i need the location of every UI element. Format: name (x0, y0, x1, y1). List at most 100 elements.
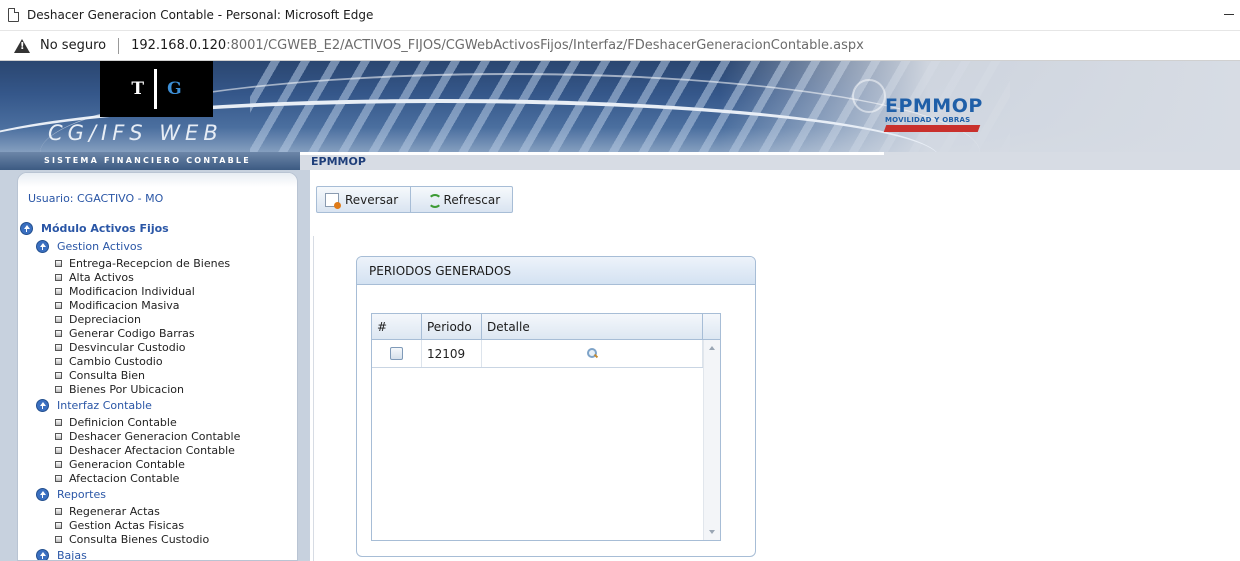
reversar-label[interactable]: Reversar (345, 193, 398, 207)
menu-item[interactable]: Generar Codigo Barras (18, 326, 297, 340)
group-interfaz-contable[interactable]: Interfaz Contable (18, 396, 297, 415)
bullet-icon (55, 301, 62, 309)
refrescar-button[interactable]: Refrescar (411, 187, 512, 212)
header-strip: SISTEMA FINANCIERO CONTABLE EPMMOP (0, 152, 1240, 170)
bullet-icon (55, 315, 62, 323)
menu-item[interactable]: Gestion Actas Fisicas (18, 518, 297, 532)
url-path[interactable]: :8001/CGWEB_E2/ACTIVOS_FIJOS/CGWebActivo… (226, 38, 864, 53)
menu-item-label[interactable]: Consulta Bienes Custodio (69, 533, 209, 546)
grid-scrollbar[interactable] (703, 340, 720, 540)
main-content: Reversar Refrescar PERIODOS GENERADOS # … (310, 170, 1240, 561)
magnify-icon[interactable] (586, 348, 598, 359)
group-label[interactable]: Bajas (57, 549, 87, 560)
detalle-cell[interactable] (482, 340, 703, 367)
menu-item-label[interactable]: Deshacer Generacion Contable (69, 430, 240, 443)
tg-logo-bar (154, 69, 158, 109)
refresh-icon[interactable] (427, 193, 443, 208)
menu-item-label[interactable]: Generacion Contable (69, 458, 185, 471)
org-label: EPMMOP (311, 155, 366, 168)
page-icon (8, 8, 19, 22)
menu-item-label[interactable]: Alta Activos (69, 271, 134, 284)
collapse-icon[interactable] (36, 549, 49, 560)
menu-item[interactable]: Deshacer Afectacion Contable (18, 443, 297, 457)
periodo-cell: 12109 (422, 340, 482, 367)
scroll-up-icon[interactable] (709, 346, 715, 350)
menu-item[interactable]: Consulta Bien (18, 368, 297, 382)
menu-item-label[interactable]: Generar Codigo Barras (69, 327, 195, 340)
group-gestion-activos[interactable]: Gestion Activos (18, 237, 297, 256)
menu-item[interactable]: Regenerar Actas (18, 504, 297, 518)
menu-item[interactable]: Modificacion Individual (18, 284, 297, 298)
menu-item-label[interactable]: Modificacion Individual (69, 285, 195, 298)
row-select-cell[interactable] (372, 340, 422, 367)
menu-item-label[interactable]: Depreciacion (69, 313, 141, 326)
collapse-icon[interactable] (20, 221, 33, 235)
menu-item-label[interactable]: Afectacion Contable (69, 472, 179, 485)
menu-item[interactable]: Generacion Contable (18, 457, 297, 471)
group-reportes[interactable]: Reportes (18, 485, 297, 504)
security-label[interactable]: No seguro (40, 38, 106, 53)
header-banner: T G CG/IFS WEB EPMMOP MOVILIDAD Y OBRAS (0, 61, 1240, 156)
row-checkbox[interactable] (390, 347, 403, 360)
menu-item-label[interactable]: Entrega-Recepcion de Bienes (69, 257, 230, 270)
column-header-periodo: Periodo (422, 314, 482, 339)
bullet-icon (55, 432, 62, 440)
menu-item-label[interactable]: Definicion Contable (69, 416, 177, 429)
collapse-icon[interactable] (36, 488, 49, 501)
menu-item-label[interactable]: Gestion Actas Fisicas (69, 519, 184, 532)
group-bajas[interactable]: Bajas (18, 546, 297, 560)
sidebar-panel: Usuario: CGACTIVO - MO Módulo Activos Fi… (17, 172, 298, 561)
menu-item[interactable]: Alta Activos (18, 270, 297, 284)
menu-item-label[interactable]: Consulta Bien (69, 369, 145, 382)
module-label[interactable]: Módulo Activos Fijos (41, 222, 169, 235)
column-header-number: # (372, 314, 422, 339)
group-label[interactable]: Interfaz Contable (57, 399, 152, 412)
minimize-icon[interactable] (1224, 14, 1234, 15)
warning-icon[interactable] (14, 38, 30, 53)
content-divider (313, 236, 314, 561)
table-row[interactable]: 12109 (372, 340, 720, 368)
menu-item[interactable]: Consulta Bienes Custodio (18, 532, 297, 546)
menu-item-label[interactable]: Regenerar Actas (69, 505, 160, 518)
header-strip-left: SISTEMA FINANCIERO CONTABLE (0, 152, 300, 170)
menu-item-label[interactable]: Desvincular Custodio (69, 341, 186, 354)
bullet-icon (55, 357, 62, 365)
menu-item-label[interactable]: Modificacion Masiva (69, 299, 180, 312)
refrescar-label[interactable]: Refrescar (444, 193, 501, 207)
scroll-down-icon[interactable] (709, 530, 715, 534)
menu-item[interactable]: Deshacer Generacion Contable (18, 429, 297, 443)
collapse-icon[interactable] (36, 240, 49, 253)
periods-panel-title: PERIODOS GENERADOS (357, 257, 755, 285)
menu-item-label[interactable]: Cambio Custodio (69, 355, 163, 368)
menu-item[interactable]: Afectacion Contable (18, 471, 297, 485)
bullet-icon (55, 418, 62, 426)
menu-item-label[interactable]: Deshacer Afectacion Contable (69, 444, 235, 457)
menu-item[interactable]: Modificacion Masiva (18, 298, 297, 312)
epmmop-logo-bar (883, 125, 981, 132)
module-activos-fijos[interactable]: Módulo Activos Fijos (18, 219, 297, 237)
menu-item[interactable]: Desvincular Custodio (18, 340, 297, 354)
menu-item[interactable]: Bienes Por Ubicacion (18, 382, 297, 396)
bullet-icon (55, 385, 62, 393)
menu-tree: Módulo Activos Fijos Gestion Activos Ent… (18, 219, 297, 560)
address-separator (118, 37, 120, 54)
bullet-icon (55, 474, 62, 482)
address-bar[interactable]: No seguro 192.168.0.120:8001/CGWEB_E2/AC… (0, 30, 1240, 61)
menu-item[interactable]: Definicion Contable (18, 415, 297, 429)
epmmop-logo: EPMMOP MOVILIDAD Y OBRAS (883, 97, 982, 137)
reversar-button[interactable]: Reversar (317, 187, 412, 212)
group-label[interactable]: Reportes (57, 488, 106, 501)
menu-item[interactable]: Cambio Custodio (18, 354, 297, 368)
window-title: Deshacer Generacion Contable - Personal:… (27, 8, 374, 22)
emblem-icon (852, 79, 886, 113)
menu-item[interactable]: Entrega-Recepcion de Bienes (18, 256, 297, 270)
url-host[interactable]: 192.168.0.120 (131, 38, 226, 53)
reversar-icon[interactable] (325, 192, 341, 209)
menu-item[interactable]: Depreciacion (18, 312, 297, 326)
group-label[interactable]: Gestion Activos (57, 240, 142, 253)
bullet-icon (55, 343, 62, 351)
menu-item-label[interactable]: Bienes Por Ubicacion (69, 383, 184, 396)
bullet-icon (55, 521, 62, 529)
collapse-icon[interactable] (36, 399, 49, 412)
column-header-detalle: Detalle (482, 314, 703, 339)
